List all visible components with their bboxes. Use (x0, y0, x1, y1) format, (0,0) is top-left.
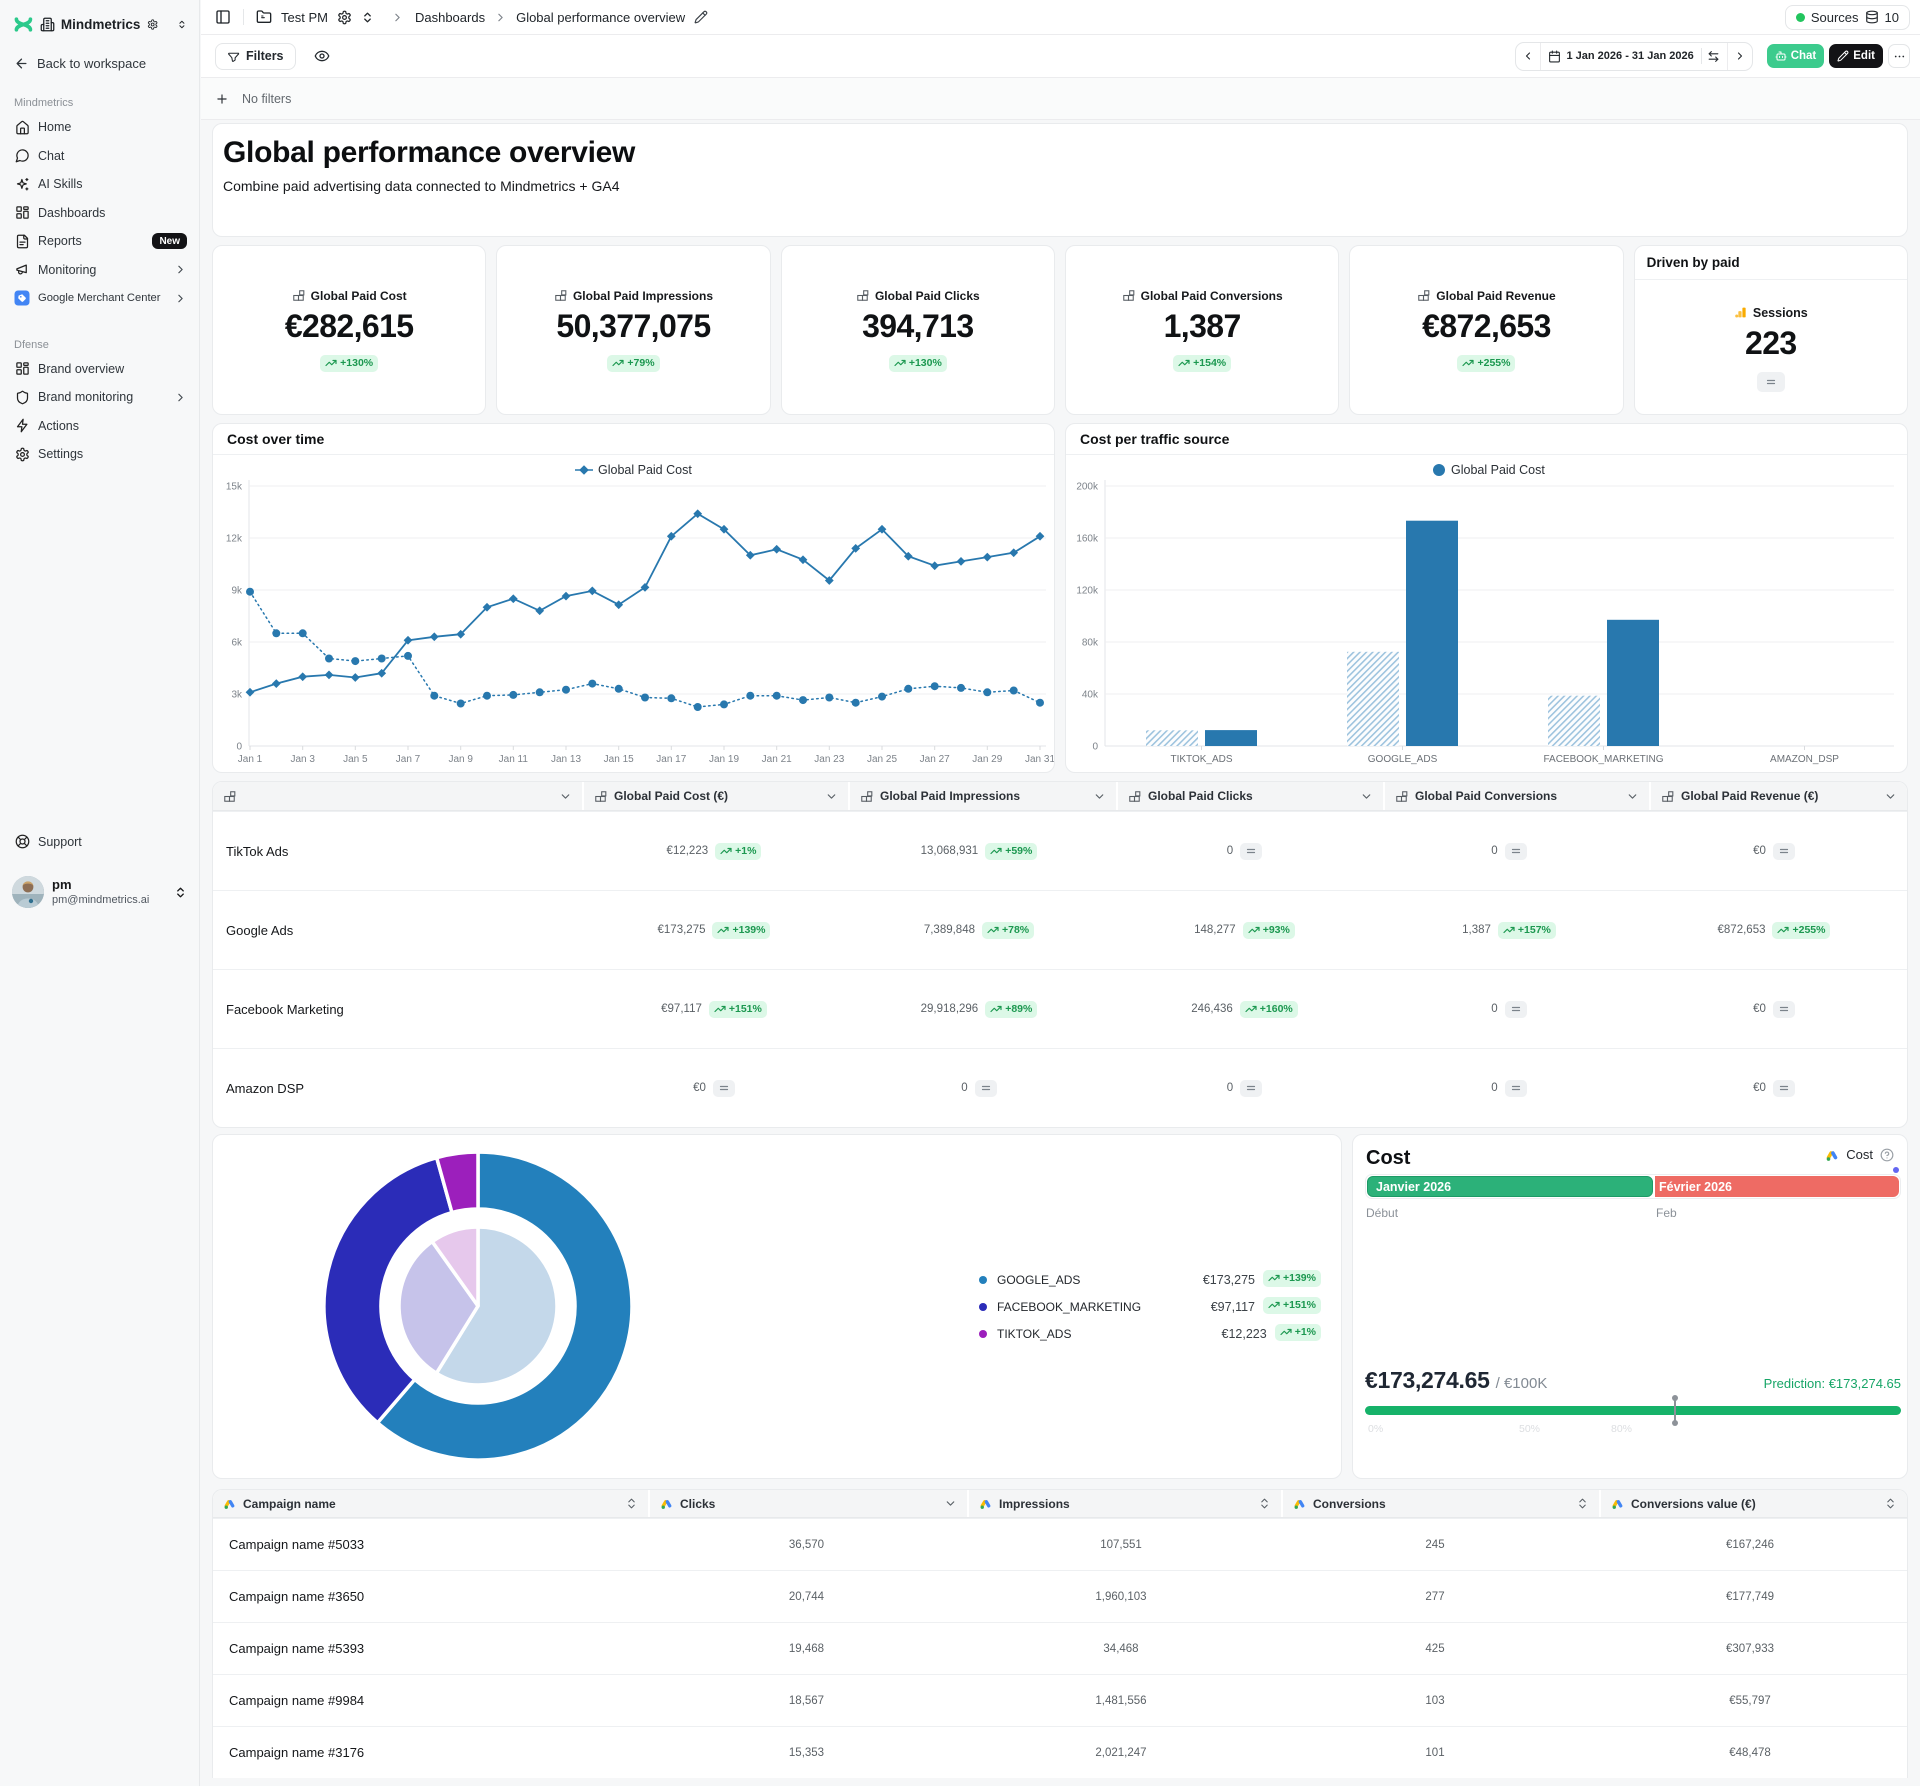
svg-text:AMAZON_DSP: AMAZON_DSP (1770, 754, 1839, 765)
svg-text:Jan 13: Jan 13 (551, 754, 581, 765)
svg-text:Jan 23: Jan 23 (814, 754, 844, 765)
svg-text:TIKTOK_ADS: TIKTOK_ADS (1170, 754, 1232, 765)
svg-text:Jan 31: Jan 31 (1025, 754, 1055, 765)
svg-text:Global Paid Cost: Global Paid Cost (598, 463, 692, 477)
svg-text:80k: 80k (1082, 638, 1099, 649)
svg-text:Jan 19: Jan 19 (709, 754, 739, 765)
svg-text:200k: 200k (1076, 482, 1099, 493)
svg-text:40k: 40k (1082, 690, 1099, 701)
svg-text:GOOGLE_ADS: GOOGLE_ADS (1368, 754, 1438, 765)
svg-text:Jan 9: Jan 9 (448, 754, 473, 765)
svg-text:15k: 15k (226, 482, 243, 493)
svg-text:9k: 9k (231, 586, 243, 597)
svg-text:3k: 3k (231, 690, 243, 701)
svg-text:120k: 120k (1076, 586, 1099, 597)
svg-text:Jan 1: Jan 1 (238, 754, 263, 765)
svg-text:0: 0 (236, 742, 242, 753)
svg-text:160k: 160k (1076, 534, 1099, 545)
svg-text:Jan 29: Jan 29 (972, 754, 1002, 765)
svg-text:6k: 6k (231, 638, 243, 649)
svg-text:FACEBOOK_MARKETING: FACEBOOK_MARKETING (1543, 754, 1663, 765)
svg-text:Jan 25: Jan 25 (867, 754, 897, 765)
svg-text:12k: 12k (226, 534, 243, 545)
svg-text:Jan 15: Jan 15 (604, 754, 634, 765)
svg-text:Jan 17: Jan 17 (656, 754, 686, 765)
svg-text:Jan 5: Jan 5 (343, 754, 368, 765)
svg-text:Jan 7: Jan 7 (396, 754, 421, 765)
svg-text:Jan 11: Jan 11 (499, 754, 529, 765)
svg-text:0: 0 (1092, 742, 1098, 753)
svg-text:Jan 3: Jan 3 (290, 754, 315, 765)
svg-text:Global Paid Cost: Global Paid Cost (1451, 463, 1545, 477)
svg-text:Jan 21: Jan 21 (762, 754, 792, 765)
svg-text:Jan 27: Jan 27 (920, 754, 950, 765)
